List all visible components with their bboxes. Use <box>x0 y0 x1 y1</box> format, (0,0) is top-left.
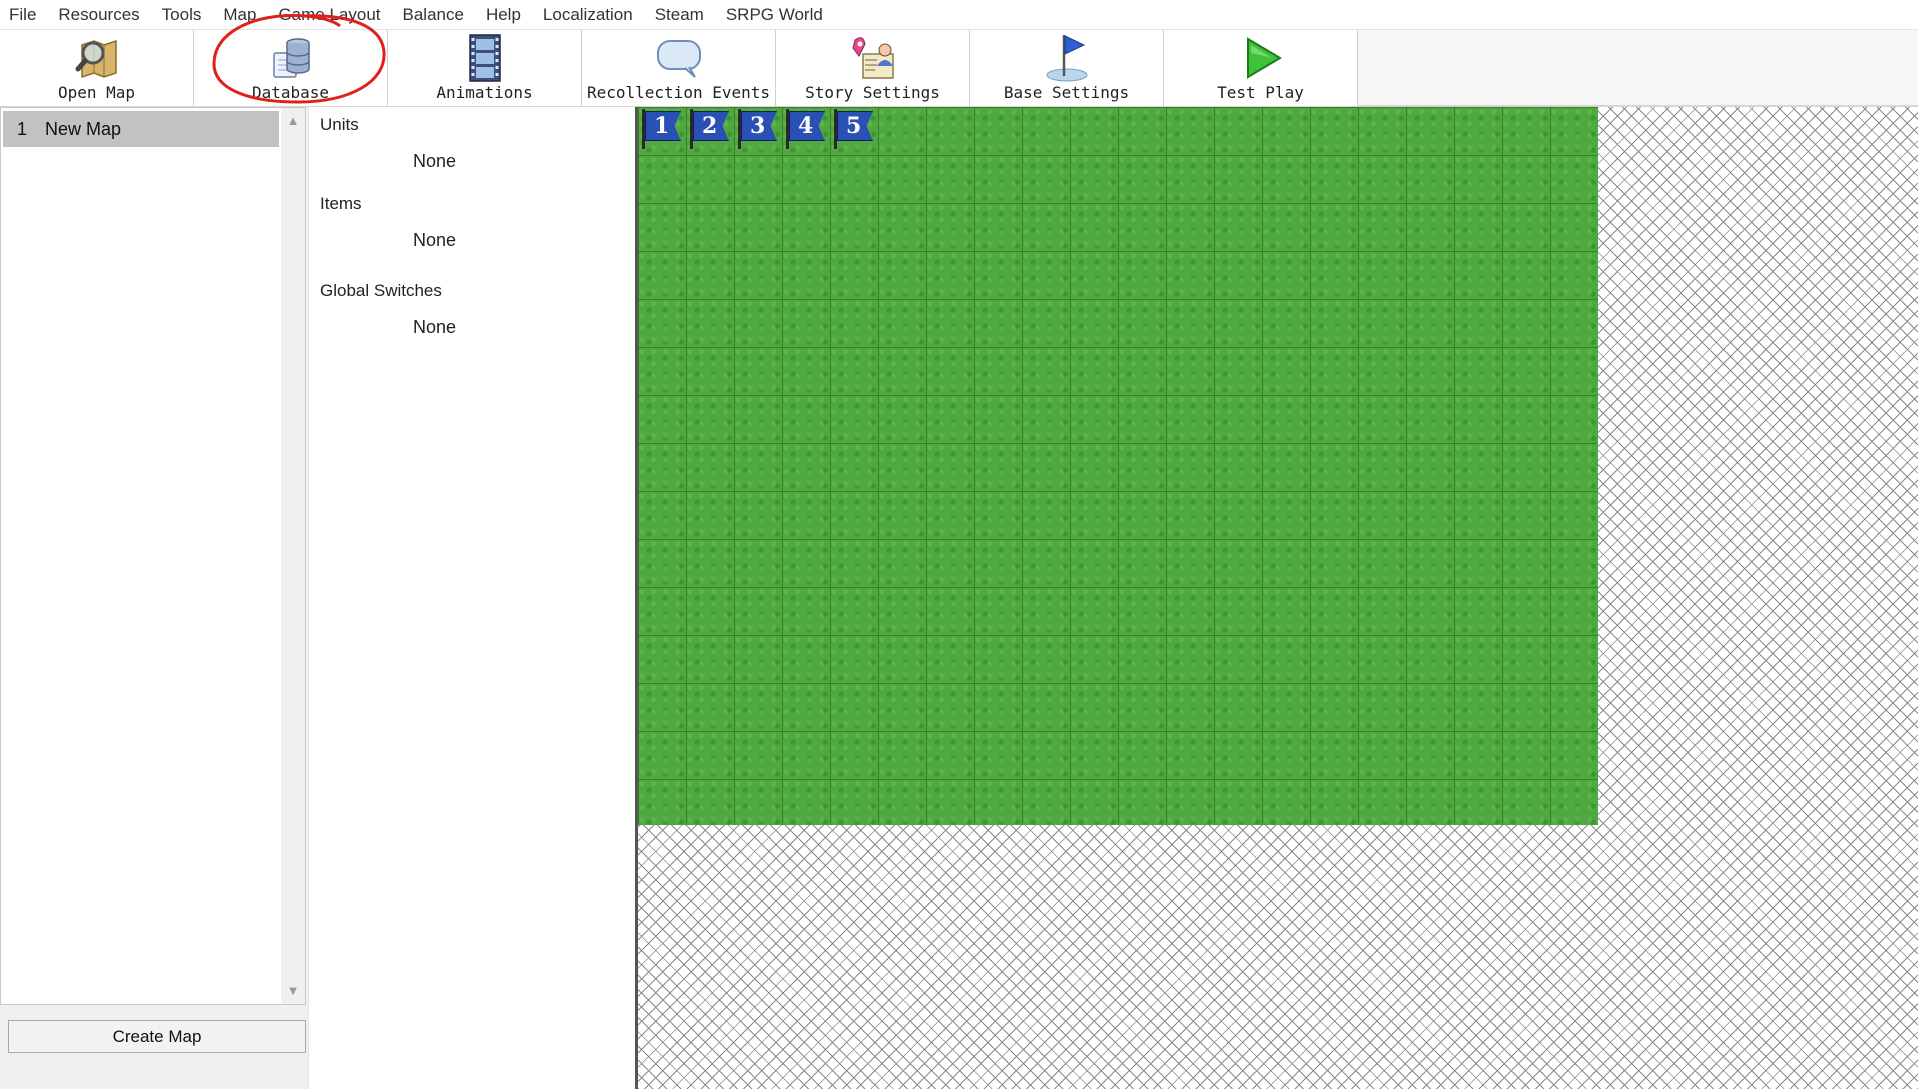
menu-map[interactable]: Map <box>212 0 267 29</box>
flag-marker[interactable]: 3 <box>736 109 777 149</box>
map-canvas[interactable]: 1 2 3 4 5 <box>635 107 1918 1089</box>
story-settings-button[interactable]: Story Settings <box>776 30 970 106</box>
recollection-events-label: Recollection Events <box>586 83 771 102</box>
flag-marker[interactable]: 4 <box>784 109 825 149</box>
map-info-panel: Units None Items None Global Switches No… <box>308 107 636 1089</box>
play-icon <box>1236 32 1286 84</box>
flag-number: 4 <box>789 111 825 141</box>
flag-marker[interactable]: 5 <box>832 109 873 149</box>
map-name: New Map <box>45 118 122 139</box>
flag-number: 5 <box>837 111 873 141</box>
menu-file[interactable]: File <box>0 0 47 29</box>
database-label: Database <box>251 83 330 102</box>
items-value: None <box>413 230 457 250</box>
scroll-up-arrow-icon[interactable]: ▲ <box>281 110 305 132</box>
flag-pole <box>786 109 789 149</box>
flag-pole <box>834 109 837 149</box>
base-settings-button[interactable]: Base Settings <box>970 30 1164 106</box>
flag-number: 2 <box>693 111 729 141</box>
items-heading: Items <box>320 194 362 213</box>
recollection-events-button[interactable]: Recollection Events <box>582 30 776 106</box>
scroll-down-arrow-icon[interactable]: ▼ <box>281 980 305 1002</box>
open-map-label: Open Map <box>57 83 136 102</box>
toolbar-empty-area <box>1358 30 1918 106</box>
units-heading: Units <box>320 115 359 134</box>
menu-tools[interactable]: Tools <box>151 0 213 29</box>
toolbar: Open Map Database Animations Recollectio… <box>0 30 1918 107</box>
flag-marker[interactable]: 1 <box>640 109 681 149</box>
animations-button[interactable]: Animations <box>388 30 582 106</box>
film-strip-icon <box>460 32 510 84</box>
menu-balance[interactable]: Balance <box>392 0 475 29</box>
database-icon <box>266 32 316 84</box>
menu-srpg-world[interactable]: SRPG World <box>715 0 834 29</box>
map-list-item[interactable]: 1 New Map <box>3 111 279 147</box>
menu-resources[interactable]: Resources <box>47 0 150 29</box>
map-number: 1 <box>16 118 27 139</box>
flag-marker[interactable]: 2 <box>688 109 729 149</box>
menu-help[interactable]: Help <box>475 0 532 29</box>
grass-tile-area[interactable] <box>638 107 1598 825</box>
flag-pole <box>642 109 645 149</box>
story-people-icon <box>848 32 898 84</box>
speech-bubble-icon <box>654 32 704 84</box>
create-map-button[interactable]: Create Map <box>8 1020 306 1053</box>
global-switches-heading: Global Switches <box>320 281 442 300</box>
map-magnifier-icon <box>72 32 122 84</box>
open-map-button[interactable]: Open Map <box>0 30 194 106</box>
test-play-label: Test Play <box>1217 83 1304 102</box>
story-settings-label: Story Settings <box>805 83 940 102</box>
flag-number: 3 <box>741 111 777 141</box>
units-value: None <box>413 151 457 171</box>
menu-bar: File Resources Tools Map Game Layout Bal… <box>0 0 1918 30</box>
map-list-scrollbar[interactable]: ▲ ▼ <box>281 108 305 1004</box>
base-settings-label: Base Settings <box>1003 83 1130 102</box>
map-list-panel: 1 New Map ▲ ▼ <box>0 107 306 1005</box>
animations-label: Animations <box>436 83 533 102</box>
menu-steam[interactable]: Steam <box>644 0 715 29</box>
menu-localization[interactable]: Localization <box>532 0 644 29</box>
flag-pole <box>738 109 741 149</box>
flag-pole <box>690 109 693 149</box>
blue-flag-icon <box>1042 32 1092 84</box>
test-play-button[interactable]: Test Play <box>1164 30 1358 106</box>
database-button[interactable]: Database <box>194 30 388 106</box>
flag-number: 1 <box>645 111 681 141</box>
menu-game-layout[interactable]: Game Layout <box>267 0 391 29</box>
global-switches-value: None <box>413 317 457 337</box>
